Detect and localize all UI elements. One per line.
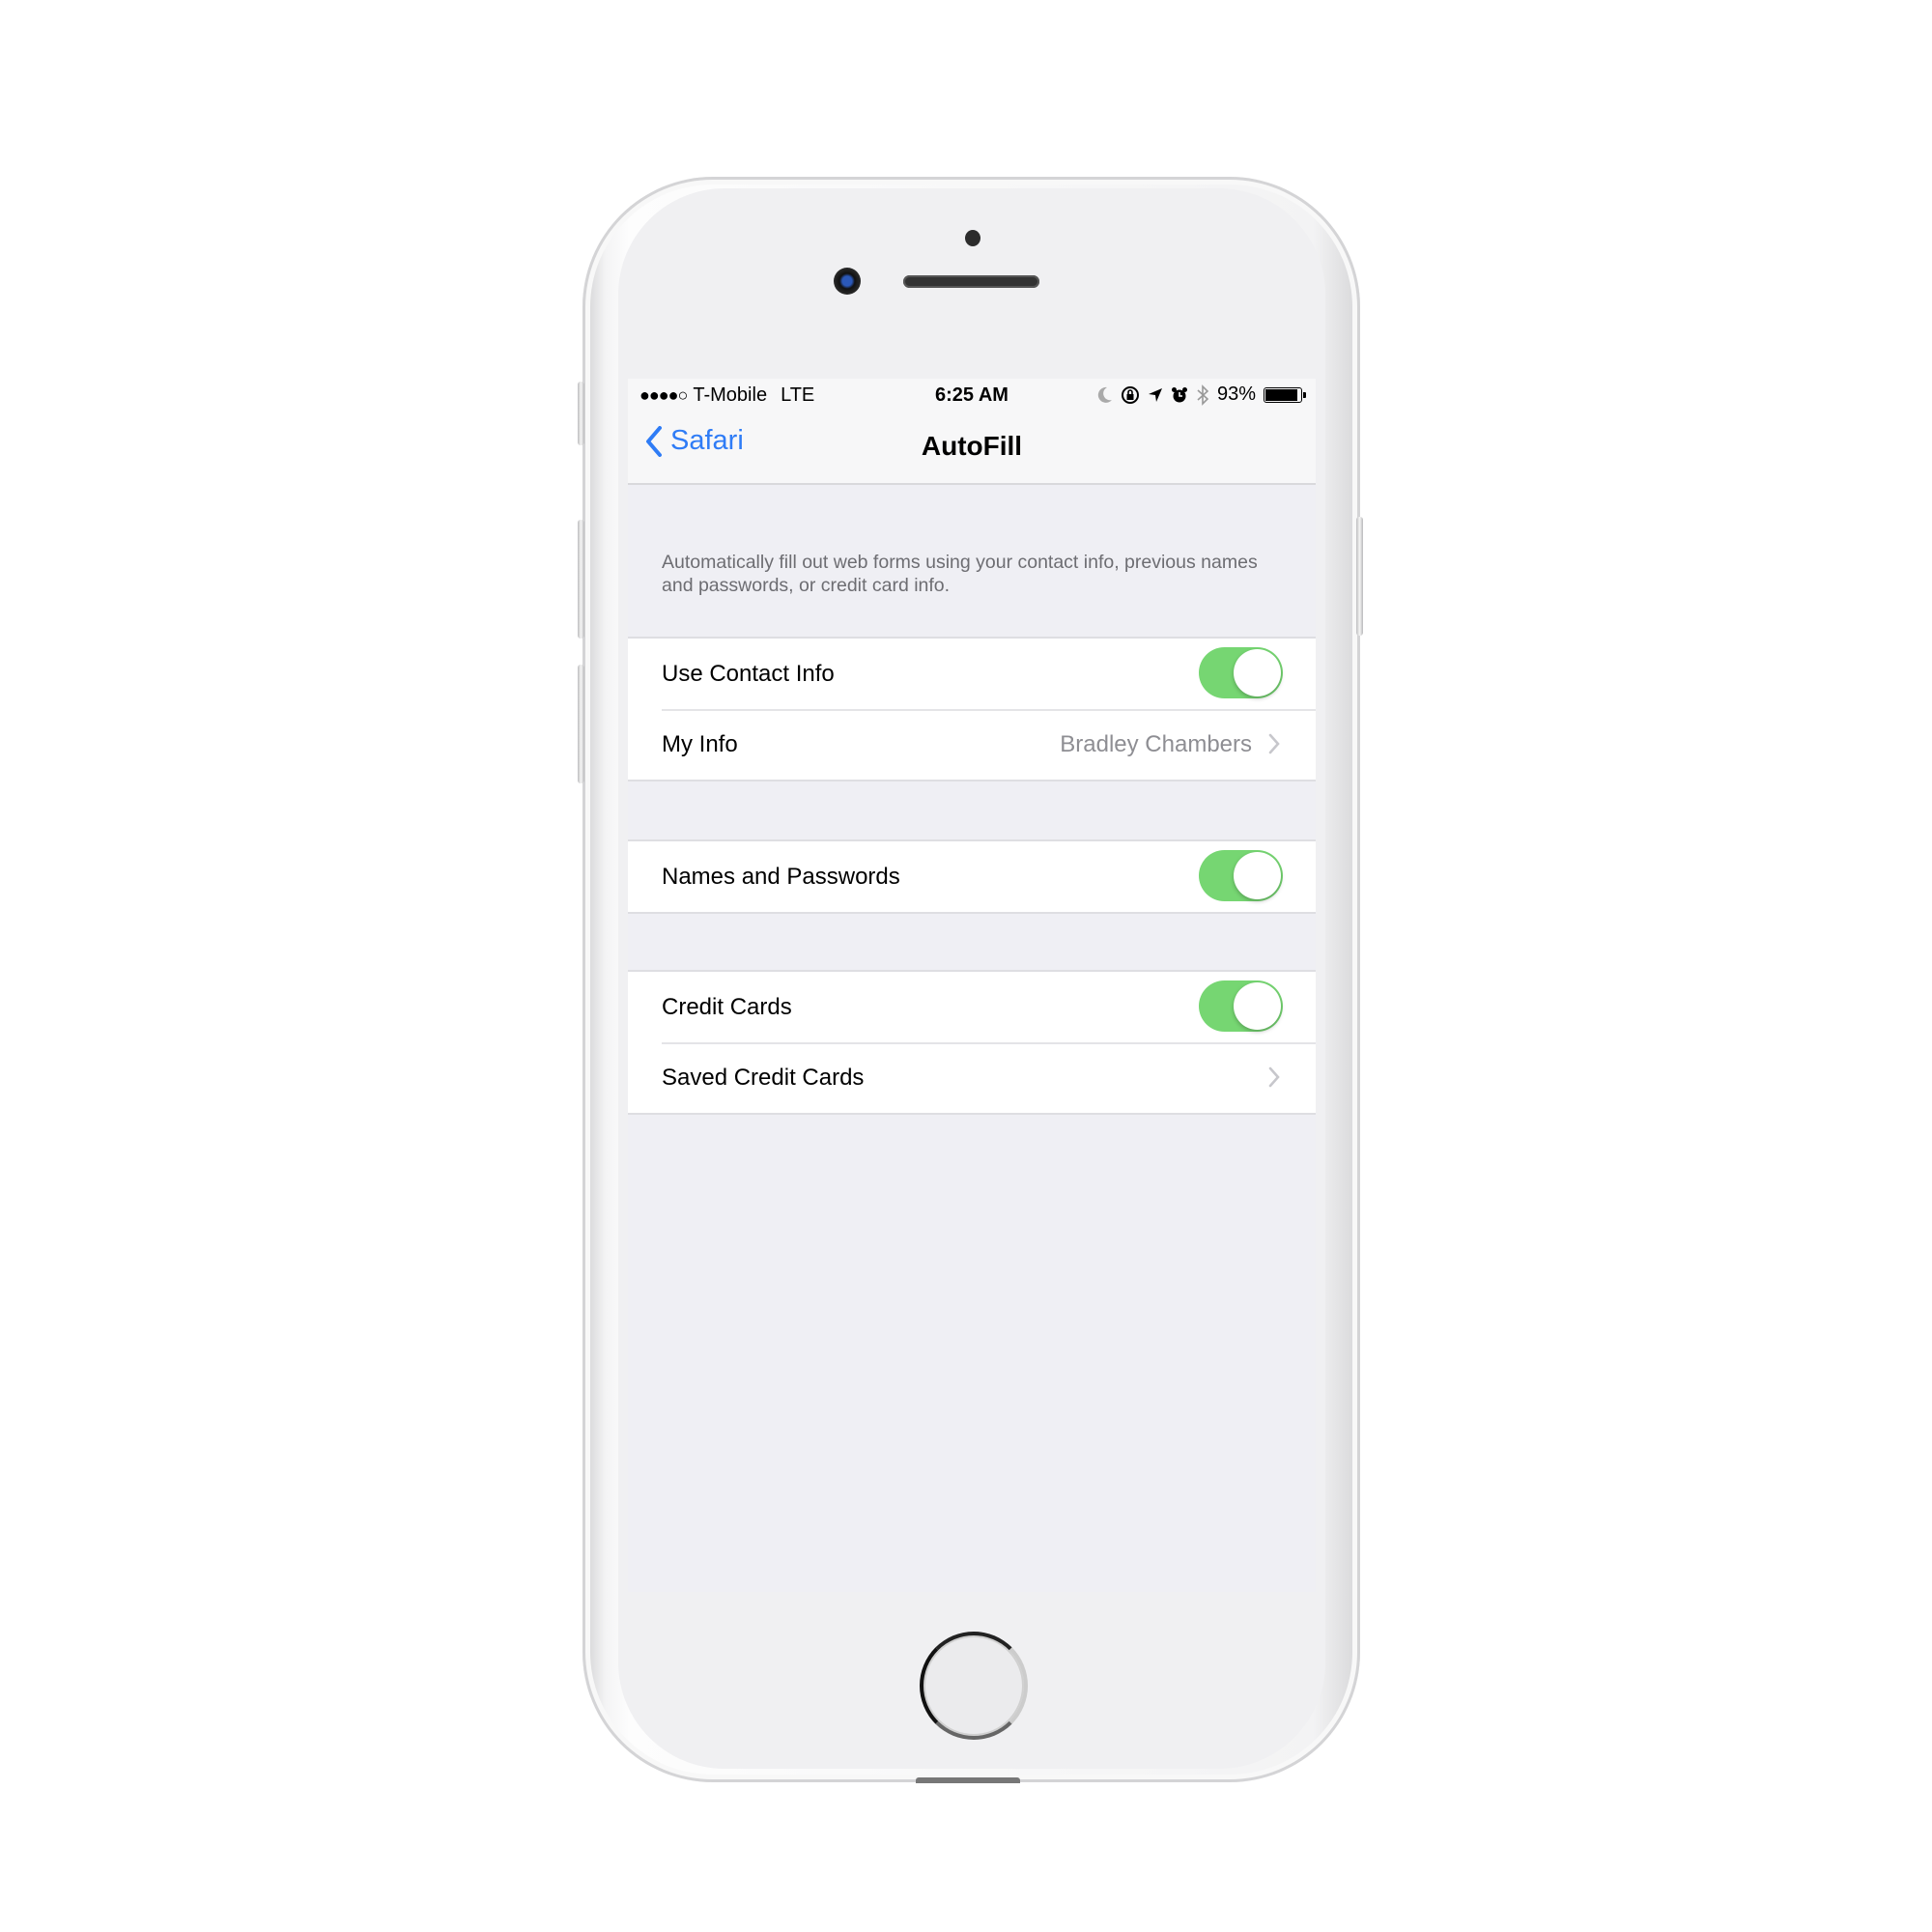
row-label: Credit Cards bbox=[662, 993, 792, 1020]
mute-switch bbox=[578, 382, 584, 445]
credit-cards-toggle[interactable] bbox=[1199, 980, 1283, 1032]
screen: ●●●●○ T-Mobile LTE 6:25 AM 93% Safari Au… bbox=[628, 379, 1316, 1592]
names-and-passwords-row: Names and Passwords bbox=[628, 841, 1316, 912]
navigation-bar: Safari AutoFill bbox=[628, 412, 1316, 485]
volume-down-button bbox=[578, 665, 584, 783]
saved-credit-cards-row[interactable]: Saved Credit Cards bbox=[628, 1042, 1316, 1113]
names-passwords-group: Names and Passwords bbox=[628, 839, 1316, 914]
page-title: AutoFill bbox=[921, 431, 1023, 461]
toggle-knob bbox=[1234, 982, 1281, 1030]
toggle-knob bbox=[1234, 649, 1281, 696]
bluetooth-icon bbox=[1197, 384, 1209, 406]
battery-percent: 93% bbox=[1216, 384, 1256, 405]
toggle-knob bbox=[1234, 852, 1281, 899]
row-label: Use Contact Info bbox=[662, 660, 835, 687]
credit-cards-row: Credit Cards bbox=[628, 972, 1316, 1042]
my-info-row[interactable]: My Info Bradley Chambers bbox=[628, 709, 1316, 780]
alarm-icon bbox=[1171, 386, 1187, 402]
moon-icon bbox=[1097, 386, 1112, 403]
front-camera bbox=[834, 268, 861, 295]
battery-icon bbox=[1264, 386, 1306, 403]
power-button bbox=[1356, 517, 1363, 636]
row-label: Saved Credit Cards bbox=[662, 1064, 865, 1091]
location-icon bbox=[1148, 387, 1162, 402]
names-and-passwords-toggle[interactable] bbox=[1199, 850, 1283, 901]
chevron-right-icon bbox=[1268, 733, 1280, 754]
lightning-port bbox=[916, 1777, 1020, 1783]
contact-info-group: Use Contact Info My Info Bradley Chamber… bbox=[628, 637, 1316, 781]
chevron-right-icon bbox=[1268, 1066, 1280, 1088]
my-info-value: Bradley Chambers bbox=[1060, 730, 1252, 757]
orientation-lock-icon bbox=[1121, 385, 1139, 404]
row-label: Names and Passwords bbox=[662, 863, 900, 890]
row-label: My Info bbox=[662, 730, 738, 757]
use-contact-info-row: Use Contact Info bbox=[628, 639, 1316, 709]
volume-up-button bbox=[578, 520, 584, 639]
status-bar: ●●●●○ T-Mobile LTE 6:25 AM 93% bbox=[628, 379, 1316, 412]
section-description: Automatically fill out web forms using y… bbox=[662, 552, 1258, 596]
proximity-sensor bbox=[965, 230, 980, 246]
use-contact-info-toggle[interactable] bbox=[1199, 647, 1283, 698]
credit-cards-group: Credit Cards Saved Credit Cards bbox=[628, 970, 1316, 1115]
home-button[interactable] bbox=[920, 1632, 1028, 1740]
earpiece-speaker bbox=[903, 275, 1039, 288]
